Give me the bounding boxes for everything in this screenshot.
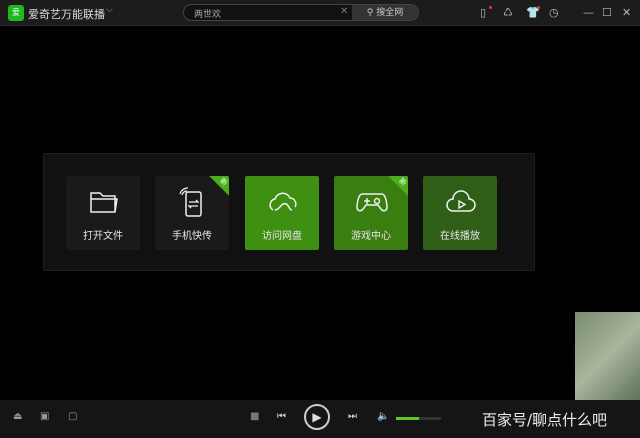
tile-label: 访问网盘 bbox=[262, 231, 302, 242]
tile-label: 在线播放 bbox=[440, 231, 480, 242]
search-box: ✕ ⚲ 搜全网 bbox=[183, 4, 419, 21]
tile-label: 手机快传 bbox=[172, 231, 212, 242]
search-input[interactable] bbox=[194, 6, 334, 20]
next-button[interactable]: ⏭ bbox=[348, 411, 357, 422]
previous-button[interactable]: ⏮ bbox=[277, 411, 286, 422]
search-icon: ⚲ bbox=[366, 8, 377, 18]
tv-icon[interactable]: ▢ bbox=[68, 411, 77, 422]
playlist-icon[interactable]: ▣ bbox=[40, 411, 49, 422]
app-name: 爱奇艺万能联播 bbox=[28, 8, 105, 21]
close-icon[interactable]: ✕ bbox=[622, 6, 631, 19]
app-logo: 爱 bbox=[8, 5, 24, 21]
open-file-tile[interactable]: 打开文件 bbox=[66, 176, 140, 250]
clear-icon[interactable]: ✕ bbox=[340, 6, 348, 17]
volume-icon[interactable]: 🔈 bbox=[377, 411, 389, 422]
stop-button[interactable]: ■ bbox=[250, 411, 259, 422]
phone-transfer-icon bbox=[179, 187, 202, 217]
title-bar: 爱 爱奇艺万能联播 ⌵ ✕ ⚲ 搜全网 ▯ ♺ 👕 ◷ — ☐ ✕ bbox=[0, 0, 640, 26]
cloud-drive-tile[interactable]: 访问网盘 bbox=[245, 176, 319, 250]
folder-icon bbox=[90, 192, 118, 213]
gamepad-icon bbox=[356, 193, 388, 212]
cloud-icon bbox=[269, 192, 297, 211]
notification-dot bbox=[489, 6, 492, 9]
search-button-label: 搜全网 bbox=[376, 8, 404, 18]
phone-icon[interactable]: ▯ bbox=[480, 6, 486, 19]
chevron-down-icon[interactable]: ⌵ bbox=[106, 5, 113, 15]
cloud-play-icon bbox=[446, 190, 476, 212]
tile-label: 游戏中心 bbox=[351, 231, 391, 242]
history-icon[interactable]: ◷ bbox=[549, 6, 559, 19]
volume-level bbox=[396, 417, 419, 420]
eject-icon[interactable]: ⏏ bbox=[13, 411, 22, 422]
online-play-tile[interactable]: 在线播放 bbox=[423, 176, 497, 250]
share-icon[interactable]: ♺ bbox=[503, 6, 513, 19]
play-button[interactable]: ▶ bbox=[304, 404, 330, 430]
maximize-icon[interactable]: ☐ bbox=[602, 6, 612, 19]
volume-slider[interactable] bbox=[396, 417, 441, 420]
phone-transfer-tile[interactable]: 手机快传 新 bbox=[155, 176, 229, 250]
pixelated-image bbox=[575, 312, 640, 402]
search-button[interactable]: ⚲ 搜全网 bbox=[352, 5, 418, 20]
minimize-icon[interactable]: — bbox=[583, 6, 594, 19]
quick-actions-panel: 打开文件 手机快传 新 访问网盘 游戏中心 新 在线播放 bbox=[43, 153, 535, 271]
tile-label: 打开文件 bbox=[83, 231, 123, 242]
watermark: 百家号/聊点什么吧 bbox=[482, 411, 608, 429]
game-center-tile[interactable]: 游戏中心 新 bbox=[334, 176, 408, 250]
notification-dot bbox=[537, 6, 540, 9]
